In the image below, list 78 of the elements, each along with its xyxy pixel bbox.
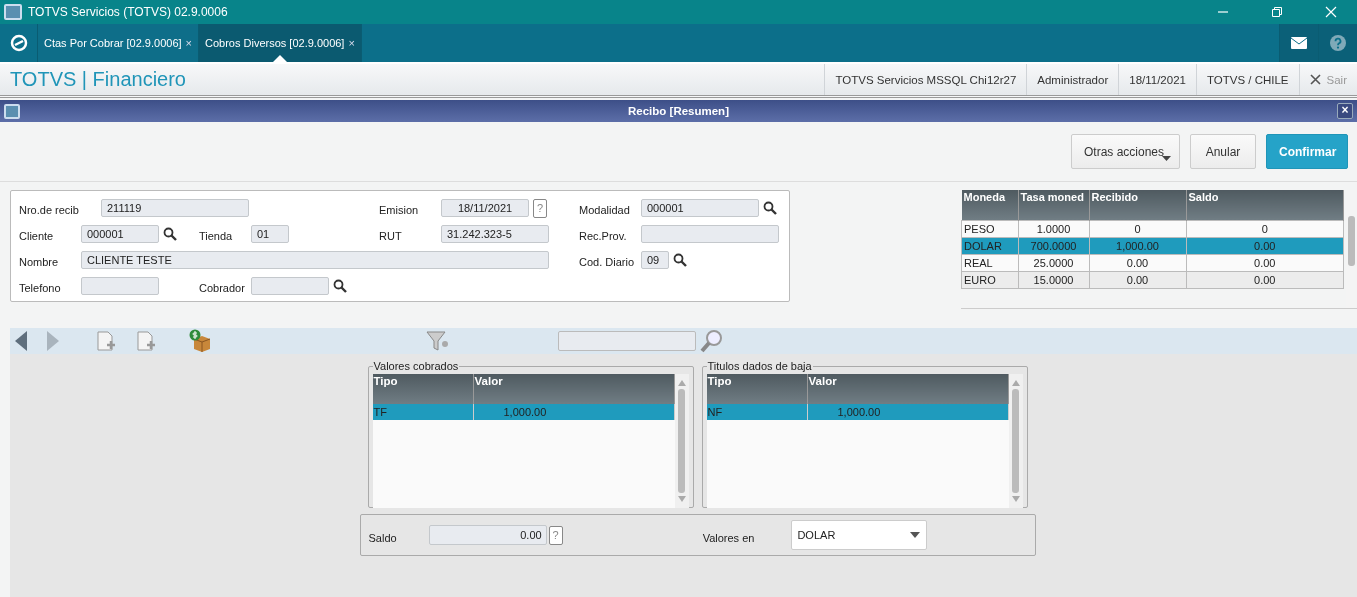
field-label: Emision	[378, 204, 420, 216]
scrollbar[interactable]	[674, 374, 689, 508]
column-header: Tipo	[706, 374, 807, 404]
table-row[interactable]: DOLAR 700.0000 1,000.00 0.00	[961, 237, 1344, 255]
tab[interactable]: Cobros Diversos [02.9.0006] ×	[199, 24, 362, 62]
restore-icon[interactable]	[1271, 6, 1283, 18]
search-field[interactable]	[558, 331, 696, 351]
input-field[interactable]	[251, 277, 329, 295]
input-field[interactable]: 000001	[641, 199, 759, 217]
help-button[interactable]: ?	[533, 198, 547, 218]
module-title: TOTVS | Financiero	[10, 68, 186, 91]
scroll-up-icon[interactable]	[677, 380, 686, 386]
column-header: Recibido	[1089, 190, 1186, 221]
scrollbar[interactable]	[1008, 374, 1023, 508]
column-header: Tasa moned	[1018, 190, 1089, 221]
table-row[interactable]: EURO 15.0000 0.00 0.00	[961, 271, 1344, 289]
action-button[interactable]: Otras acciones	[1071, 134, 1180, 169]
scroll-up-icon[interactable]	[1011, 380, 1020, 386]
input-field[interactable]: 000001	[81, 225, 159, 243]
scroll-down-icon[interactable]	[677, 496, 686, 502]
header-info: TOTVS / CHILE	[1195, 64, 1299, 95]
input-field[interactable]: 01	[251, 225, 289, 243]
group-title: Valores cobrados	[372, 360, 460, 372]
help-icon[interactable]	[1318, 24, 1357, 62]
input-field[interactable]	[641, 225, 779, 243]
input-field[interactable]: CLIENTE TESTE	[81, 251, 549, 269]
column-header: Moneda	[961, 190, 1018, 221]
column-header: Valor	[473, 374, 674, 404]
caret-icon	[1162, 156, 1171, 161]
add-document-icon[interactable]	[96, 331, 118, 351]
field-label: Saldo	[368, 532, 397, 544]
field-label: RUT	[378, 230, 403, 242]
input-field[interactable]: 09	[641, 251, 669, 269]
field-label: Valores en	[702, 532, 755, 544]
column-header: Valor	[807, 374, 1008, 404]
search-icon[interactable]	[673, 253, 687, 267]
field-label: Tienda	[198, 230, 234, 242]
money-box-icon[interactable]	[188, 329, 212, 353]
caret-icon	[910, 532, 921, 538]
header-info: TOTVS Servicios MSSQL Chi12r27	[824, 64, 1027, 95]
input-field[interactable]: 31.242.323-5	[441, 225, 549, 243]
header-info: 18/11/2021	[1118, 64, 1196, 95]
table-row[interactable]: REAL 25.0000 0.00 0.00	[961, 254, 1344, 272]
add-document-icon[interactable]	[136, 331, 158, 351]
header-info: Administrador	[1026, 64, 1119, 95]
mail-icon[interactable]	[1279, 24, 1318, 62]
next-icon[interactable]	[46, 330, 60, 352]
input-field[interactable]	[81, 277, 159, 295]
column-header: Tipo	[372, 374, 473, 404]
group-title: Titulos dados de baja	[706, 360, 813, 372]
close-button[interactable]: ×	[1337, 103, 1353, 119]
search-icon[interactable]	[163, 227, 177, 241]
help-button[interactable]: ?	[548, 525, 563, 545]
field-label: Cliente	[18, 230, 55, 242]
input-field[interactable]: 0.00	[428, 525, 547, 545]
search-icon[interactable]	[333, 279, 347, 293]
currency-dropdown[interactable]: DOLAR	[791, 520, 928, 550]
field-label: Nro.de recib	[18, 204, 80, 216]
previous-icon[interactable]	[14, 330, 28, 352]
filter-icon[interactable]	[426, 330, 450, 352]
window-icon	[4, 4, 22, 20]
field-label: Modalidad	[578, 204, 631, 216]
field-label: Cobrador	[198, 282, 246, 294]
window-icon	[4, 103, 20, 119]
input-field[interactable]: 18/11/2021	[441, 199, 529, 217]
dialog-title: Recibo [Resumen]	[627, 105, 730, 117]
field-label: Telefono	[18, 282, 62, 294]
field-label: Cod. Diario	[578, 256, 636, 268]
field-label: Nombre	[18, 256, 60, 268]
column-header: Saldo	[1186, 190, 1344, 221]
input-field[interactable]: 211119	[101, 199, 249, 217]
close-icon[interactable]	[1309, 74, 1321, 85]
action-button[interactable]: Anular	[1190, 134, 1256, 169]
window-title: TOTVS Servicios (TOTVS) 02.9.0006	[28, 5, 228, 19]
table-row[interactable]: PESO 1.0000 0 0	[961, 220, 1344, 238]
field-label: Rec.Prov.	[578, 230, 628, 242]
scroll-down-icon[interactable]	[1011, 496, 1020, 502]
search-icon[interactable]	[763, 201, 777, 215]
